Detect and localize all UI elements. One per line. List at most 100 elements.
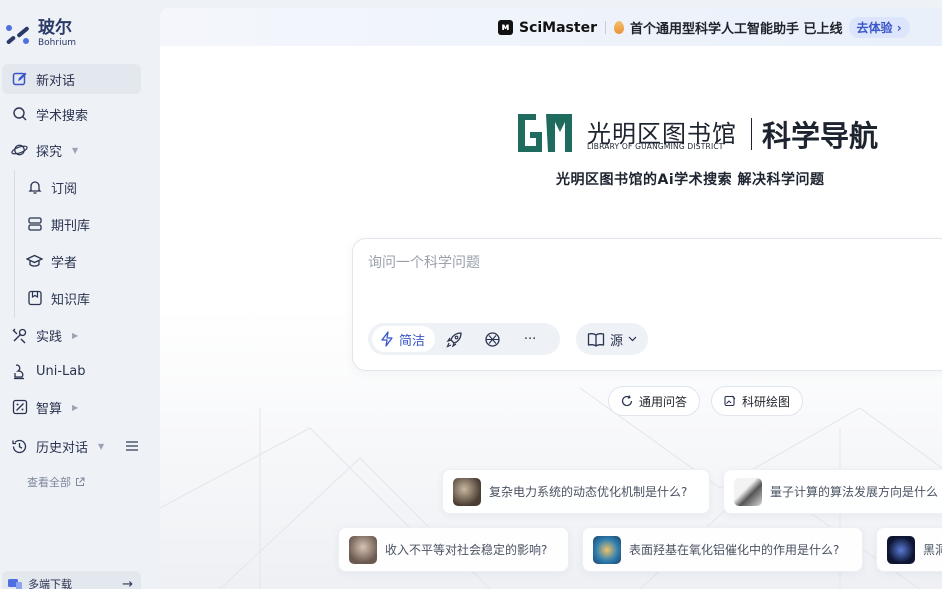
suggested-question-card[interactable]: 黑洞 xyxy=(876,527,942,572)
submenu-guide-line xyxy=(14,170,15,318)
bell-icon xyxy=(26,179,43,196)
question-thumbnail xyxy=(349,535,377,564)
sidebar-item-label: 学者 xyxy=(51,255,78,271)
image-edit-icon xyxy=(724,395,736,407)
sidebar-item-label: Uni-Lab xyxy=(36,363,86,379)
sidebar-item-practice[interactable]: 实践 ▶ xyxy=(2,320,141,350)
lab-hand-icon xyxy=(11,363,28,380)
deep-mode-button[interactable] xyxy=(435,326,473,352)
planet-icon xyxy=(11,142,28,159)
banner-divider xyxy=(604,21,606,34)
sidebar-item-new-chat[interactable]: 新对话 xyxy=(2,64,141,94)
sidebar-item-academic-search[interactable]: 学术搜索 xyxy=(2,99,141,129)
scimaster-logo-icon: ᴍ xyxy=(498,20,513,35)
sidebar-item-label: 智算 xyxy=(36,401,63,417)
sidebar-item-scholars[interactable]: 学者 xyxy=(18,246,141,276)
more-options-label: ··· xyxy=(523,331,537,347)
page-subtitle: 光明区图书馆的Ai学术搜索 解决科学问题 xyxy=(556,172,825,188)
sidebar-item-label: 探究 xyxy=(36,144,63,160)
logo-text-en: Bohrium xyxy=(38,38,77,48)
knowledge-box-icon xyxy=(26,290,43,307)
library-name-en: LIBRARY OF GUANGMING DISTRICT xyxy=(587,142,724,151)
graduation-cap-icon xyxy=(26,253,43,270)
title-divider xyxy=(751,118,752,150)
sidebar-item-history[interactable]: 历史对话 ▼ xyxy=(2,431,141,461)
question-thumbnail xyxy=(593,535,621,564)
sidebar-item-subscriptions[interactable]: 订阅 xyxy=(18,172,141,202)
general-qa-button[interactable]: 通用问答 xyxy=(608,386,701,416)
concise-mode-label: 简洁 xyxy=(399,333,426,349)
bohrium-logo[interactable]: 玻尔 Bohrium xyxy=(4,20,76,48)
main-panel: ᴍ SciMaster 首个通用型科学人工智能助手 已上线 去体验 › 光明区图… xyxy=(160,8,942,589)
bohrium-logo-icon xyxy=(6,25,29,44)
sidebar-item-explore[interactable]: 探究 ▼ xyxy=(2,135,141,165)
chevron-right-icon: ▶ xyxy=(72,330,79,340)
rocket-icon xyxy=(445,331,462,348)
sidebar-item-compute[interactable]: 智算 ▶ xyxy=(2,392,141,422)
more-options-button[interactable]: ··· xyxy=(511,326,549,352)
guangming-library-logo xyxy=(518,114,572,152)
concise-mode-button[interactable]: 简洁 xyxy=(372,326,436,352)
book-icon xyxy=(587,332,605,347)
sidebar-item-label: 学术搜索 xyxy=(36,108,89,124)
suggested-question-card[interactable]: 表面羟基在氧化铝催化中的作用是什么? xyxy=(582,527,863,572)
download-label: 多端下载 xyxy=(28,578,72,589)
suggested-question-card[interactable]: 量子计算的算法发展方向是什么 xyxy=(723,469,942,514)
database-icon xyxy=(26,216,43,233)
view-all-history-link[interactable]: 查看全部 xyxy=(27,474,85,490)
tools-icon xyxy=(11,327,28,344)
sidebar-item-journals[interactable]: 期刊库 xyxy=(18,209,141,239)
search-icon xyxy=(11,106,28,123)
suggested-question-text: 收入不平等对社会稳定的影响? xyxy=(385,543,548,557)
percent-calc-icon xyxy=(11,399,28,416)
source-selector-button[interactable]: 源 xyxy=(576,323,648,355)
question-input[interactable] xyxy=(368,255,928,271)
research-plotting-label: 科研绘图 xyxy=(742,394,791,409)
suggested-question-text: 量子计算的算法发展方向是什么 xyxy=(770,485,939,499)
devices-icon xyxy=(8,578,22,589)
question-thumbnail xyxy=(887,535,915,564)
source-label: 源 xyxy=(609,333,623,349)
sidebar-item-label: 历史对话 xyxy=(36,440,89,456)
suggested-question-card[interactable]: 收入不平等对社会稳定的影响? xyxy=(338,527,569,572)
sidebar-item-label: 期刊库 xyxy=(51,218,91,234)
external-link-icon xyxy=(76,477,85,486)
drop-icon xyxy=(613,21,624,34)
sidebar-item-label: 订阅 xyxy=(51,181,78,197)
announcement-banner: ᴍ SciMaster 首个通用型科学人工智能助手 已上线 去体验 › xyxy=(160,8,942,46)
ai-model-button[interactable] xyxy=(473,326,511,352)
chevron-down-icon: ▼ xyxy=(72,145,79,155)
history-clock-icon xyxy=(11,438,28,455)
edit-icon xyxy=(11,71,28,88)
sidebar-item-label: 实践 xyxy=(36,329,63,345)
chevron-down-icon: ▼ xyxy=(98,441,105,451)
sidebar: 玻尔 Bohrium 新对话 学术搜索 探究 ▼ 订阅 期刊库 学者 知识库 实… xyxy=(0,0,160,589)
list-menu-icon[interactable] xyxy=(126,441,139,451)
refresh-chat-icon xyxy=(621,395,633,407)
chevron-down-icon xyxy=(628,336,637,342)
sidebar-item-uni-lab[interactable]: Uni-Lab xyxy=(2,356,141,386)
view-all-label: 查看全部 xyxy=(27,476,71,489)
suggested-question-text: 复杂电力系统的动态优化机制是什么? xyxy=(489,485,688,499)
arrow-right-icon: → xyxy=(122,576,133,589)
general-qa-label: 通用问答 xyxy=(639,394,688,409)
sidebar-item-label: 新对话 xyxy=(36,73,76,89)
question-thumbnail xyxy=(734,477,762,506)
sidebar-item-label: 知识库 xyxy=(51,292,91,308)
chevron-right-icon: ▶ xyxy=(72,402,79,412)
banner-text: 首个通用型科学人工智能助手 已上线 xyxy=(629,22,843,37)
question-thumbnail xyxy=(453,477,481,506)
banner-brand: SciMaster xyxy=(519,19,597,36)
logo-text-cn: 玻尔 xyxy=(38,18,72,38)
page-title: 科学导航 xyxy=(762,119,879,153)
mode-selector: 简洁 ··· xyxy=(368,323,560,355)
multi-device-download-button[interactable]: 多端下载 → xyxy=(2,571,141,589)
sidebar-item-knowledge-base[interactable]: 知识库 xyxy=(18,283,141,313)
query-box: 简洁 ··· 源 xyxy=(352,238,942,371)
try-now-button[interactable]: 去体验 › xyxy=(848,17,910,38)
lightning-icon xyxy=(381,331,393,347)
research-plotting-button[interactable]: 科研绘图 xyxy=(711,386,804,416)
ai-knot-icon xyxy=(484,331,500,347)
suggested-question-card[interactable]: 复杂电力系统的动态优化机制是什么? xyxy=(442,469,710,514)
suggested-question-text: 表面羟基在氧化铝催化中的作用是什么? xyxy=(629,543,840,557)
